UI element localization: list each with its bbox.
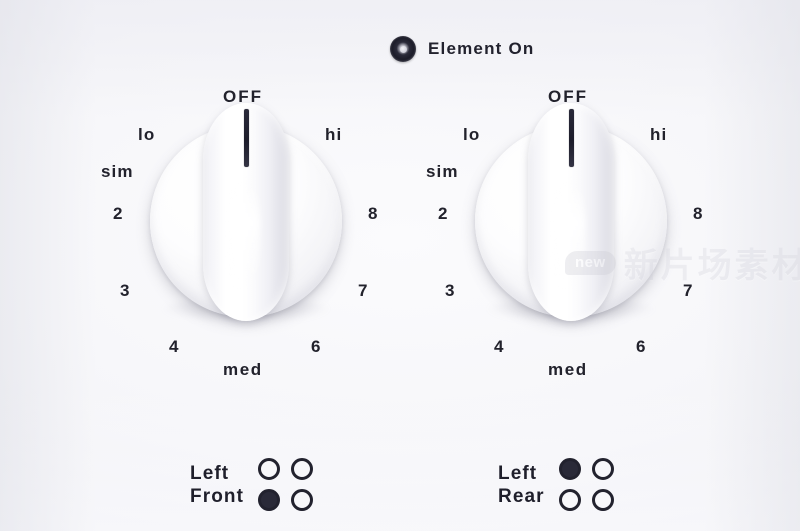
dial-label-4: 4 <box>169 337 179 356</box>
element-on-label: Element On <box>428 39 535 58</box>
burner-dot-front-right <box>291 489 314 511</box>
dial-label-8: 8 <box>368 204 378 223</box>
burner-label-line2: Front <box>190 486 245 507</box>
dial-label-3: 3 <box>120 281 130 300</box>
burner-dot-front-left <box>258 489 281 511</box>
dial-label-2: 2 <box>113 204 123 223</box>
cooktop-control-panel: Element On OFF lo sim 2 3 4 med 6 7 8 hi… <box>0 0 800 531</box>
burner-dot-rear-right <box>591 458 614 480</box>
burner-dot-grid <box>558 458 616 513</box>
burner-label-line2: Rear <box>498 486 545 507</box>
dial-label-med: med <box>548 360 588 379</box>
dial-label-3: 3 <box>445 281 455 300</box>
burner-label: Left Front <box>190 464 244 507</box>
burner-label-line1: Left <box>498 463 538 485</box>
dial-label-sim: sim <box>426 162 459 181</box>
burner-dot-rear-left <box>558 458 581 480</box>
element-on-lamp-icon <box>390 36 416 62</box>
knob-pointer-icon <box>568 109 574 167</box>
knob-pointer-icon <box>243 109 249 167</box>
element-on-indicator: Element On <box>390 36 534 62</box>
knob-assembly-left-rear: OFF lo sim 2 3 4 med 6 7 8 hi <box>400 78 740 388</box>
dial-label-8: 8 <box>693 204 703 223</box>
control-knob-left-front[interactable] <box>150 103 342 323</box>
knob-assembly-left-front: OFF lo sim 2 3 4 med 6 7 8 hi <box>75 78 415 388</box>
burner-position-left-front: Left Front <box>190 458 315 513</box>
dial-label-med: med <box>223 360 263 379</box>
dial-label-7: 7 <box>683 281 693 300</box>
burner-dot-front-right <box>591 489 614 511</box>
dial-label-4: 4 <box>494 337 504 356</box>
dial-label-sim: sim <box>101 162 134 181</box>
burner-dot-front-left <box>558 489 581 511</box>
burner-position-left-rear: Left Rear <box>498 458 616 513</box>
burner-dot-rear-left <box>258 458 281 480</box>
dial-label-7: 7 <box>358 281 368 300</box>
control-knob-left-rear[interactable] <box>475 103 667 323</box>
burner-dot-grid <box>258 458 315 513</box>
dial-label-2: 2 <box>438 204 448 223</box>
dial-label-6: 6 <box>311 337 321 356</box>
burner-label: Left Rear <box>498 464 545 507</box>
burner-dot-rear-right <box>291 458 314 480</box>
burner-label-line1: Left <box>190 463 230 485</box>
dial-label-6: 6 <box>636 337 646 356</box>
